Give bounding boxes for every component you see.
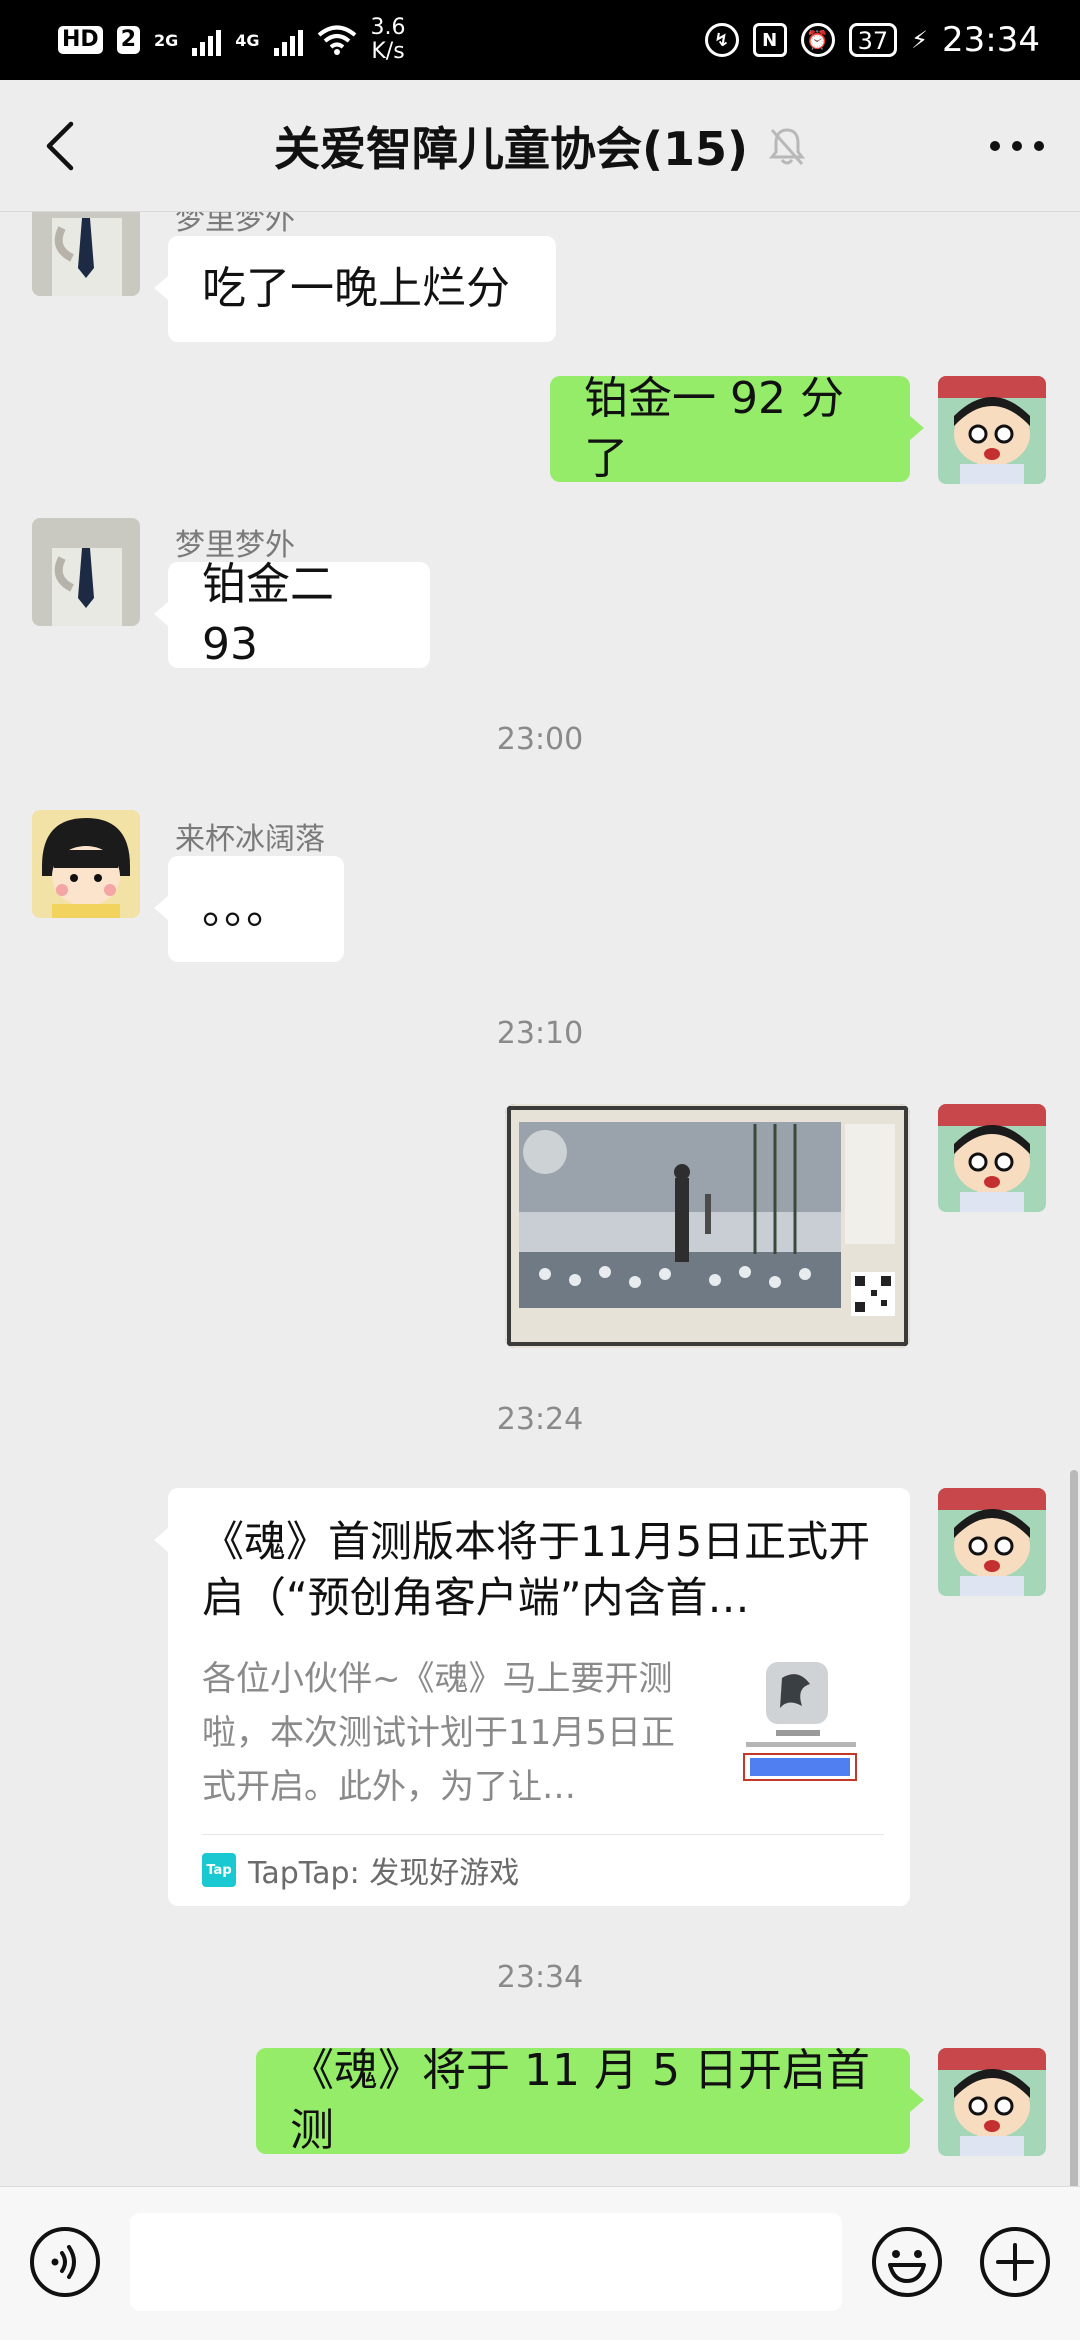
my-avatar[interactable] bbox=[938, 1104, 1046, 1212]
hd-call-icon: ↯ bbox=[704, 23, 739, 57]
network-speed: 3.6 K/s bbox=[371, 16, 406, 64]
input-bar bbox=[0, 2186, 1080, 2340]
link-card[interactable]: 《魂》首测版本将于11月5日正式开启（“预创角客户端”内含首… 各位小伙伴~《魂… bbox=[154, 1488, 910, 1906]
voice-icon bbox=[30, 2227, 100, 2297]
taptap-logo-icon: Tap bbox=[202, 1853, 236, 1887]
avatar[interactable] bbox=[32, 518, 140, 626]
message-bubble-incoming[interactable]: 铂金二 93 bbox=[154, 559, 430, 670]
signal-icon-2 bbox=[273, 24, 303, 56]
alarm-icon: ⏰ bbox=[800, 23, 835, 57]
charging-icon: ⚡ bbox=[911, 26, 929, 54]
avatar[interactable] bbox=[32, 212, 140, 296]
battery-icon: 37 bbox=[848, 23, 898, 57]
wifi-icon bbox=[317, 25, 356, 55]
timestamp: 23:10 bbox=[496, 1016, 584, 1051]
my-avatar[interactable] bbox=[938, 2048, 1046, 2156]
speed-value: 3.6 bbox=[370, 15, 406, 40]
hd-badge: HD bbox=[58, 26, 103, 54]
message-input[interactable] bbox=[130, 2213, 842, 2311]
status-time: 23:34 bbox=[942, 20, 1040, 60]
network-type-2: 4G bbox=[235, 30, 260, 50]
more-dots-icon bbox=[990, 141, 1044, 151]
avatar[interactable] bbox=[32, 810, 140, 918]
emoji-icon bbox=[872, 2227, 942, 2297]
card-source-label: TapTap: 发现好游戏 bbox=[248, 1856, 520, 1891]
message-bubble-outgoing[interactable]: 铂金一 92 分了 bbox=[550, 373, 924, 484]
timestamp: 23:24 bbox=[496, 1402, 584, 1437]
sender-name: 来杯冰阔落 bbox=[175, 822, 325, 857]
speed-unit: K/s bbox=[371, 39, 405, 64]
signal-icon bbox=[192, 24, 222, 56]
image-message[interactable] bbox=[505, 1104, 910, 1348]
card-thumbnail bbox=[730, 1658, 870, 1798]
status-bar: HD 2 2G 4G 3.6 K/s ↯ N ⏰ 37 ⚡ 23:34 bbox=[0, 0, 1080, 80]
chat-header: 关爱智障儿童协会(15) bbox=[0, 80, 1080, 212]
sender-name: 梦里梦外 bbox=[175, 212, 295, 237]
scrollbar[interactable] bbox=[1070, 1470, 1078, 2190]
plus-icon bbox=[980, 2227, 1050, 2297]
card-source: Tap TapTap: 发现好游戏 bbox=[202, 1840, 519, 1900]
my-avatar[interactable] bbox=[938, 1488, 1046, 1596]
message-bubble-incoming[interactable]: 。。。 bbox=[154, 856, 344, 962]
timestamp: 23:00 bbox=[496, 722, 584, 757]
my-avatar[interactable] bbox=[938, 376, 1046, 484]
timestamp: 23:34 bbox=[496, 1960, 584, 1995]
more-actions-button[interactable] bbox=[978, 2225, 1052, 2299]
more-options-button[interactable] bbox=[982, 116, 1052, 176]
message-list[interactable]: 梦里梦外 吃了一晚上烂分 铂金一 92 分了 梦里梦外 铂金二 93 23:00 bbox=[0, 212, 1080, 2186]
voice-input-button[interactable] bbox=[28, 2225, 102, 2299]
card-title: 《魂》首测版本将于11月5日正式开启（“预创角客户端”内含首… bbox=[202, 1517, 871, 1622]
nfc-icon: N bbox=[752, 23, 787, 57]
network-type-1: 2G bbox=[154, 30, 179, 50]
card-description: 各位小伙伴~《魂》马上要开测啦，本次测试计划于11月5日正式开启。此外，为了让… bbox=[202, 1659, 675, 1807]
mute-bell-icon bbox=[768, 128, 806, 165]
sim-badge: 2 bbox=[116, 26, 140, 54]
message-bubble-incoming[interactable]: 吃了一晚上烂分 bbox=[154, 236, 556, 342]
emoji-button[interactable] bbox=[870, 2225, 944, 2299]
message-bubble-outgoing[interactable]: 《魂》将于 11 月 5 日开启首测 bbox=[256, 2045, 924, 2156]
chat-title: 关爱智障儿童协会(15) bbox=[273, 122, 749, 176]
card-divider bbox=[202, 1834, 884, 1835]
